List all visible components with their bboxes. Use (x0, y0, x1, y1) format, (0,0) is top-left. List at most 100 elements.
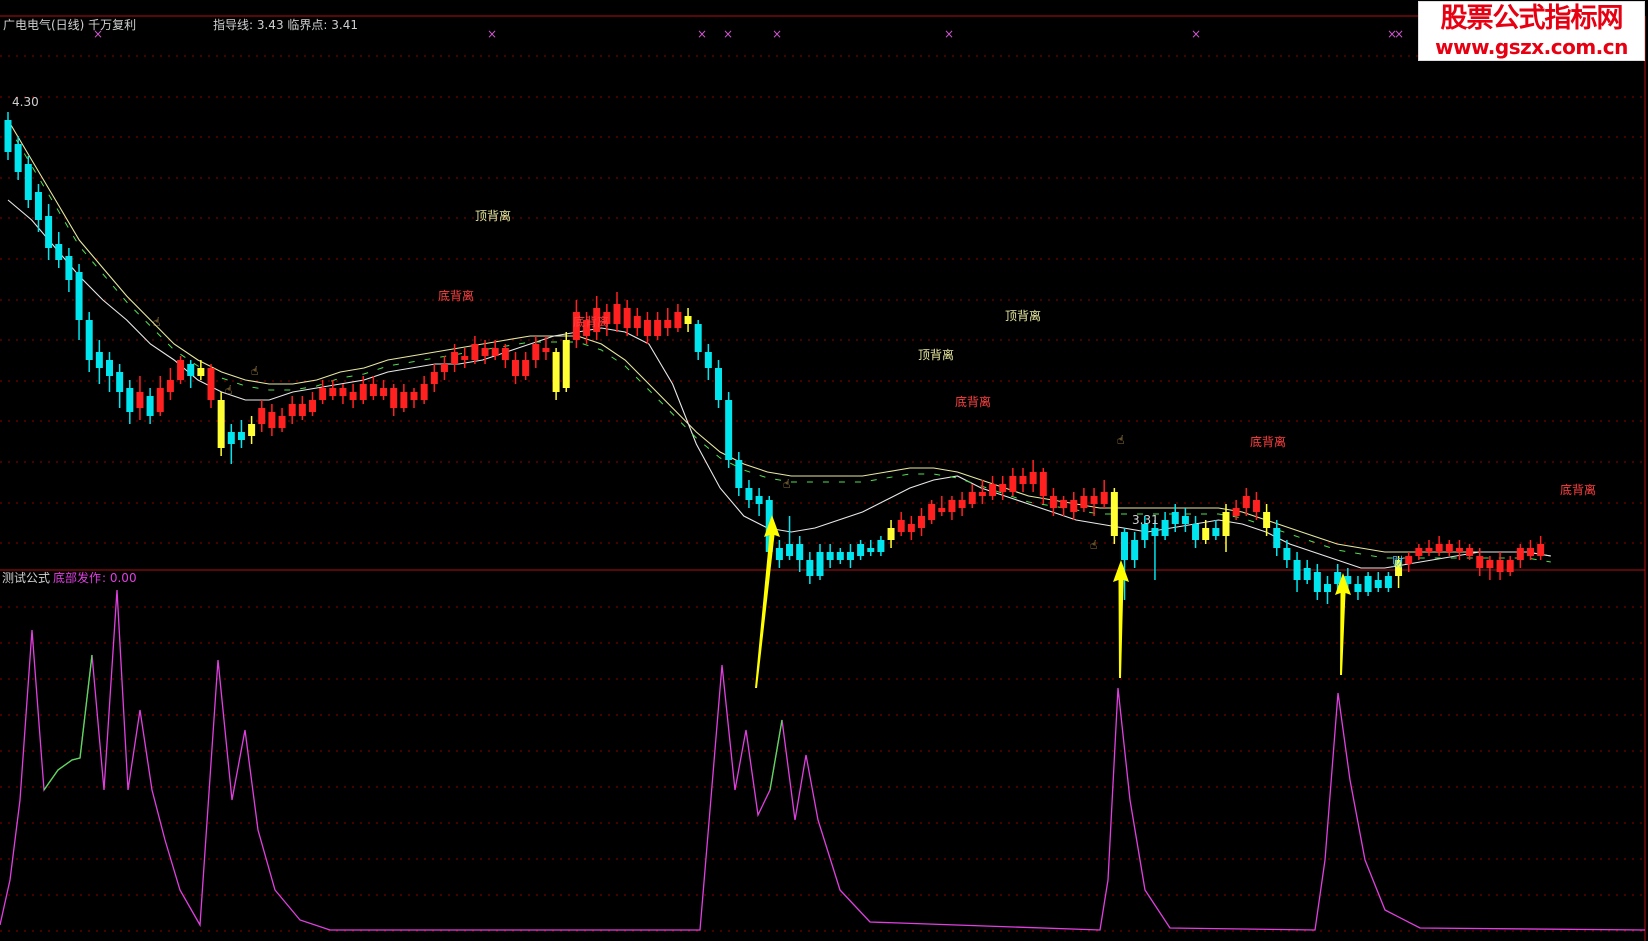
candle-body (1192, 524, 1200, 540)
candle-body (674, 312, 682, 328)
candle-body (237, 432, 245, 440)
candle-body (1466, 548, 1474, 556)
candle-body (45, 216, 53, 248)
candle-body (1202, 528, 1210, 540)
candle-body (65, 256, 73, 280)
candle-body (1161, 520, 1169, 536)
candle-body (1455, 548, 1463, 552)
cross-marker: × (487, 27, 497, 41)
candle-body (390, 388, 398, 408)
candle-body (1293, 560, 1301, 580)
cross-marker: × (772, 27, 782, 41)
candle-body (633, 316, 641, 328)
candle-body (887, 528, 895, 540)
candle-body (116, 372, 124, 392)
candle-body (339, 388, 347, 396)
candle-body (725, 400, 733, 460)
candle-body (1364, 576, 1372, 592)
candle-body (410, 392, 418, 400)
candle-body (34, 192, 42, 220)
watermark-line2: www.gszx.com.cn (1435, 35, 1628, 59)
candle-body (816, 552, 824, 576)
candle-body (288, 404, 296, 416)
candle-body (562, 340, 570, 388)
candle-body (1222, 512, 1230, 536)
cross-marker: × (944, 27, 954, 41)
candle-body (968, 492, 976, 504)
bottom-divergence-label: 底背离 (955, 394, 991, 409)
candle-body (704, 352, 712, 368)
candle-body (1100, 492, 1108, 504)
cross-marker: × (697, 27, 707, 41)
candle-body (55, 244, 63, 260)
candle-body (177, 360, 185, 380)
bottom-divergence-label: 底背离 (1560, 482, 1596, 497)
candle-body (146, 396, 154, 416)
candle-body (75, 272, 83, 320)
candle-body (897, 520, 905, 532)
low-price-label: 3.31 (1132, 513, 1159, 527)
candle-body (775, 548, 783, 560)
candle-body (532, 344, 540, 360)
candle-body (1232, 508, 1240, 516)
stock-chart: 4.303.31顶背离顶背离顶背离底背离底背离底背离底背离底背离财☝☝☝☝☝☝×… (0, 0, 1648, 941)
candle-body (1273, 528, 1281, 548)
candle-body (1527, 548, 1534, 556)
candle-body (1283, 548, 1291, 560)
candle-body (451, 352, 459, 364)
candle-body (1242, 496, 1250, 508)
hand-icon: ☝ (783, 477, 790, 491)
candle-body (735, 460, 743, 488)
top-divergence-label: 顶背离 (1005, 308, 1041, 323)
candle-body (1445, 544, 1453, 552)
candle-body (643, 320, 651, 336)
candle-body (258, 408, 266, 424)
candle-body (24, 164, 32, 200)
candle-body (1496, 560, 1504, 572)
candle-body (958, 500, 966, 508)
candle-body (1324, 584, 1331, 592)
candle-body (1313, 572, 1321, 592)
hand-icon: ☝ (251, 364, 258, 378)
candle-body (836, 552, 844, 560)
candle-body (1374, 580, 1382, 588)
candle-body (207, 368, 215, 400)
candle-body (1070, 500, 1078, 512)
candle-body (552, 352, 560, 392)
candle-body (1212, 528, 1220, 536)
candle-body (512, 360, 519, 376)
candle-body (187, 364, 195, 376)
candle-body (1060, 500, 1068, 508)
cross-marker: × (1191, 27, 1201, 41)
candle-body (694, 324, 702, 352)
candle-body (1019, 476, 1027, 484)
candle-body (1263, 512, 1271, 528)
candle-body (1405, 556, 1413, 564)
candle-body (400, 392, 408, 408)
candle-body (227, 432, 235, 444)
candle-body (1080, 496, 1088, 508)
cross-marker: × (1394, 27, 1404, 41)
candle-body (755, 496, 763, 504)
candle-body (1384, 576, 1392, 588)
candle-body (745, 488, 753, 500)
candle-body (846, 552, 854, 560)
candle-body (1151, 528, 1159, 536)
candle-body (298, 404, 306, 416)
wealth-label: 财 (1392, 555, 1404, 569)
candle-body (1435, 544, 1443, 552)
candle-body (481, 348, 489, 356)
candle-body (1516, 548, 1524, 560)
candle-body (1131, 540, 1139, 560)
hand-icon: ☝ (1117, 433, 1124, 447)
candle-body (786, 544, 794, 556)
candle-body (1181, 516, 1189, 524)
candle-body (380, 388, 388, 396)
high-price-label: 4.30 (12, 95, 39, 109)
candle-body (1171, 512, 1179, 524)
candle-body (85, 320, 93, 360)
cross-marker: × (723, 27, 733, 41)
candle-body (806, 560, 814, 576)
bottom-divergence-label: 底背离 (1250, 434, 1286, 449)
candle-body (166, 380, 174, 392)
